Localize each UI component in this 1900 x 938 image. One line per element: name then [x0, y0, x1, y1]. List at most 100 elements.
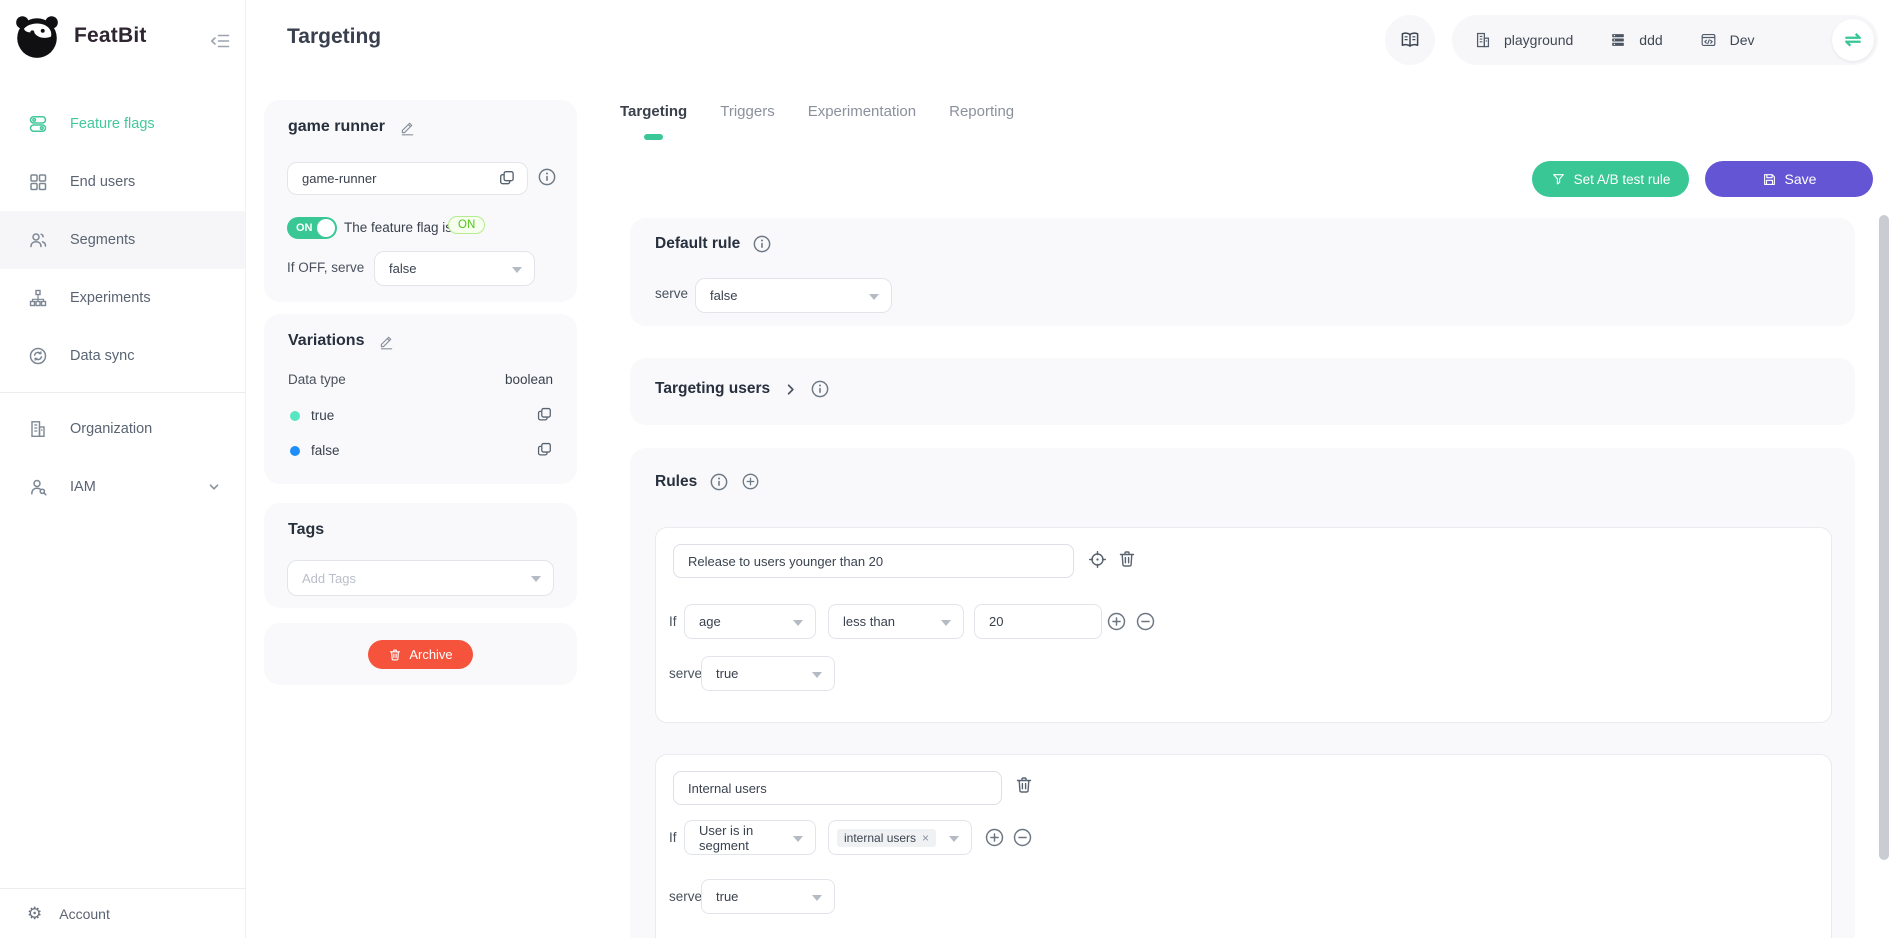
save-button[interactable]: Save — [1705, 161, 1873, 197]
project-selector[interactable]: playground — [1474, 31, 1573, 49]
chevron-right-icon[interactable] — [783, 382, 798, 397]
sidebar-item-label: Segments — [70, 232, 135, 248]
flag-enabled-toggle[interactable]: ON — [287, 217, 337, 239]
sidebar-item-end-users[interactable]: End users — [0, 153, 245, 211]
add-tags-select[interactable]: Add Tags — [287, 560, 554, 596]
chevron-down-icon — [207, 480, 221, 494]
default-serve-select[interactable]: false — [695, 278, 892, 313]
add-condition-icon[interactable] — [984, 827, 1005, 848]
rule-property-select[interactable]: User is in segment — [684, 820, 816, 855]
environment-name: Dev — [1730, 32, 1755, 48]
organization-icon — [28, 419, 48, 439]
archive-button[interactable]: Archive — [368, 640, 473, 669]
rule-property-select[interactable]: age — [684, 604, 816, 639]
active-tab-indicator — [644, 134, 663, 140]
tab-triggers[interactable]: Triggers — [720, 103, 774, 120]
segment-chip-label: internal users — [844, 831, 916, 845]
targeting-users-info-icon[interactable] — [811, 380, 829, 398]
sidebar-nav: Feature flags End users — [0, 95, 245, 516]
building-icon — [1474, 31, 1492, 49]
documentation-button[interactable] — [1385, 15, 1435, 65]
tab-reporting[interactable]: Reporting — [949, 103, 1014, 120]
rule-serve-select[interactable]: true — [701, 656, 835, 691]
sidebar-item-feature-flags[interactable]: Feature flags — [0, 95, 245, 153]
sidebar-item-data-sync[interactable]: Data sync — [0, 327, 245, 385]
caret-down-icon — [512, 267, 522, 273]
sidebar-item-experiments[interactable]: Experiments — [0, 269, 245, 327]
rules-info-icon[interactable] — [710, 473, 728, 491]
archive-label: Archive — [409, 647, 452, 662]
project-name: playground — [1504, 32, 1573, 48]
set-ab-test-rule-button[interactable]: Set A/B test rule — [1532, 161, 1689, 197]
swap-icon: ⇌ — [1845, 30, 1862, 50]
default-rule-info-icon[interactable] — [753, 235, 771, 253]
sidebar-item-account[interactable]: ⚙ Account — [0, 888, 246, 938]
book-icon — [1399, 30, 1421, 50]
rule-value-input[interactable] — [974, 604, 1102, 639]
switch-environment-button[interactable]: ⇌ — [1832, 19, 1874, 61]
caret-down-icon — [793, 836, 803, 842]
stack-icon — [1609, 31, 1627, 49]
off-serve-select[interactable]: false — [374, 251, 535, 286]
rule-card: If User is in segment internal users × s… — [655, 754, 1832, 938]
vertical-scrollbar[interactable] — [1879, 215, 1889, 860]
delete-rule-icon[interactable] — [1014, 775, 1034, 795]
target-rule-icon[interactable] — [1087, 549, 1108, 570]
flag-key-info-icon[interactable] — [538, 168, 556, 186]
caret-down-icon — [949, 836, 959, 842]
save-icon — [1762, 172, 1777, 187]
default-rule-title: Default rule — [655, 235, 740, 253]
delete-rule-icon[interactable] — [1117, 549, 1137, 569]
edit-variations-icon[interactable] — [378, 333, 395, 350]
rule-name-input[interactable] — [673, 771, 1002, 805]
add-rule-icon[interactable] — [741, 472, 760, 491]
segments-icon — [28, 230, 48, 250]
if-label: If — [669, 830, 677, 845]
variations-title: Variations — [288, 332, 364, 350]
tab-experimentation[interactable]: Experimentation — [808, 103, 916, 120]
copy-flag-key-icon[interactable] — [498, 169, 516, 187]
page-title: Targeting — [287, 25, 381, 49]
rule-segment-select[interactable]: internal users × — [828, 820, 972, 855]
rule-name-input[interactable] — [673, 544, 1074, 578]
remove-segment-icon[interactable]: × — [922, 831, 929, 845]
rules-card: Rules If — [630, 448, 1855, 938]
serve-label: serve — [669, 889, 702, 904]
sidebar-collapse-icon[interactable] — [209, 31, 231, 51]
remove-condition-icon[interactable] — [1135, 611, 1156, 632]
targeting-users-card: Targeting users — [630, 358, 1855, 425]
edit-flag-name-icon[interactable] — [399, 119, 416, 136]
sidebar-divider — [0, 392, 245, 393]
rule-serve-select[interactable]: true — [701, 879, 835, 914]
tags-title: Tags — [288, 521, 324, 539]
copy-variation-false-icon[interactable] — [536, 441, 553, 458]
account-label: Account — [59, 906, 110, 922]
off-serve-label: If OFF, serve — [287, 260, 364, 275]
data-type-label: Data type — [288, 372, 346, 387]
experiments-icon — [28, 288, 48, 308]
rule-card: If age less than serve true — [655, 527, 1832, 723]
flag-name: game runner — [288, 118, 385, 136]
copy-variation-true-icon[interactable] — [536, 406, 553, 423]
iam-icon — [28, 477, 48, 497]
toggle-knob — [317, 219, 335, 237]
serve-label: serve — [669, 666, 702, 681]
add-tags-placeholder: Add Tags — [302, 571, 356, 586]
workspace-selector[interactable]: ddd — [1609, 31, 1662, 49]
environment-selector[interactable]: Dev — [1699, 31, 1755, 49]
flag-tabs: Targeting Triggers Experimentation Repor… — [620, 103, 1014, 120]
environment-switcher: playground ddd Dev ⇌ — [1452, 15, 1878, 65]
code-window-icon — [1699, 31, 1718, 49]
sidebar-item-label: Feature flags — [70, 116, 155, 132]
sidebar-item-iam[interactable]: IAM — [0, 458, 245, 516]
archive-card: Archive — [264, 623, 577, 685]
remove-condition-icon[interactable] — [1012, 827, 1033, 848]
sidebar-item-segments[interactable]: Segments — [0, 211, 245, 269]
add-condition-icon[interactable] — [1106, 611, 1127, 632]
rule-operator-select[interactable]: less than — [828, 604, 964, 639]
sidebar-item-organization[interactable]: Organization — [0, 400, 245, 458]
flag-key-input[interactable] — [287, 162, 528, 195]
default-serve-label: serve — [655, 286, 688, 301]
tab-targeting[interactable]: Targeting — [620, 103, 687, 120]
variation-true-dot — [290, 411, 300, 421]
